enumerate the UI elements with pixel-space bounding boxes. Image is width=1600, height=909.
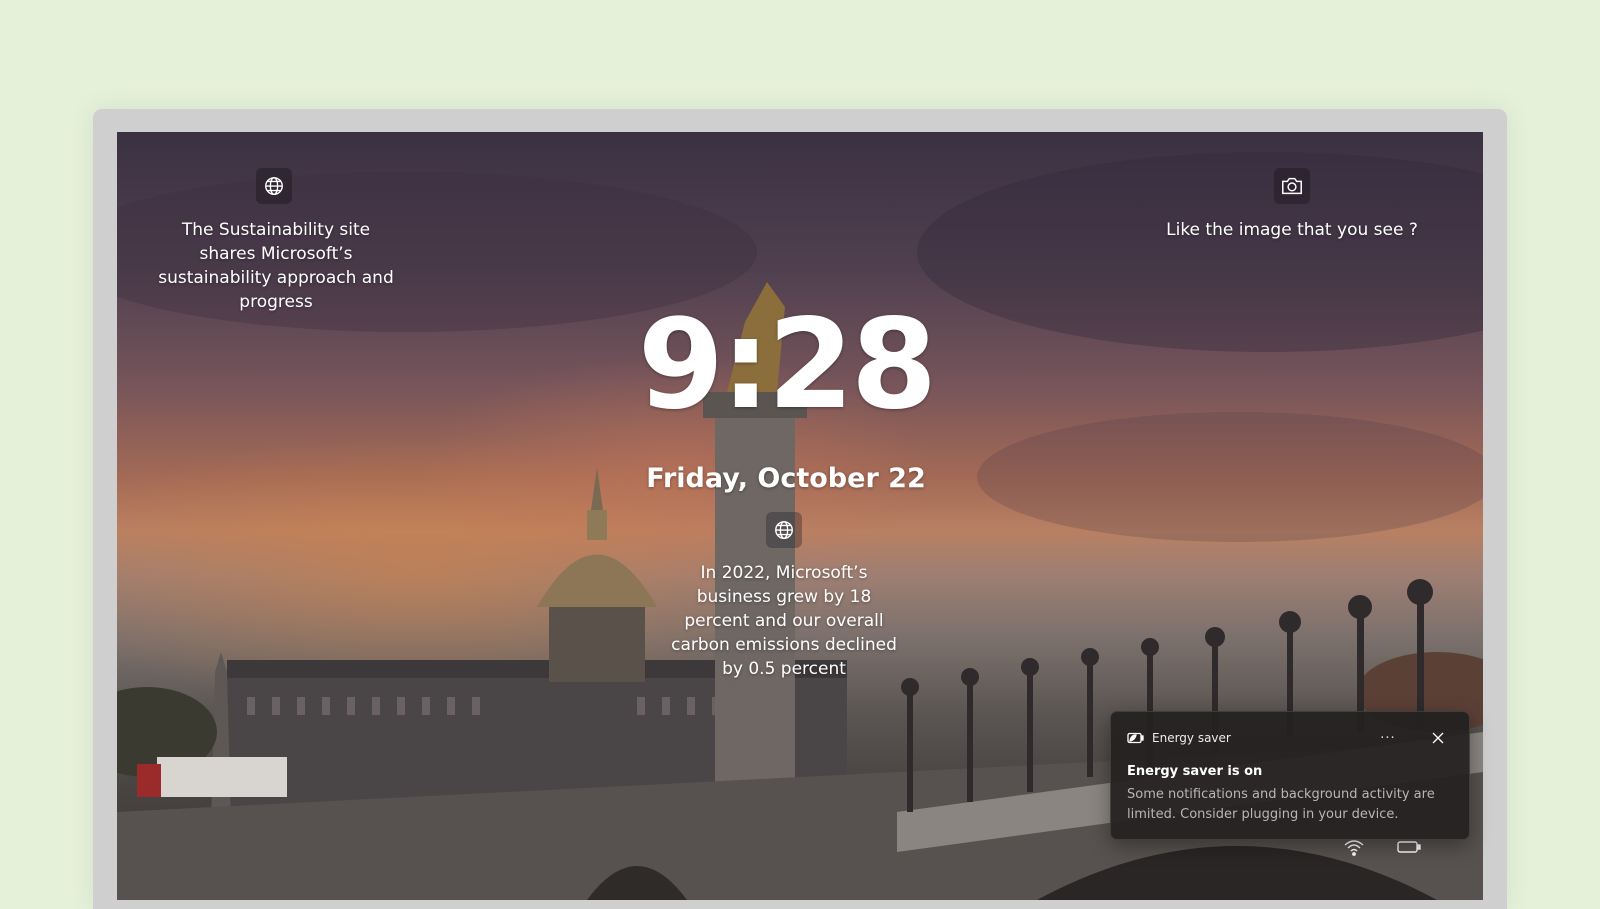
globe-icon[interactable] [256, 168, 292, 204]
toast-title: Energy saver is on [1127, 764, 1263, 779]
truck-cab [137, 764, 161, 797]
carbon-fact-caption[interactable]: In 2022, Microsoft’s business grew by 18… [663, 561, 905, 681]
globe-icon[interactable] [766, 512, 802, 548]
dome-lantern [587, 510, 607, 540]
lock-clock: 9:28 [637, 293, 937, 437]
camera-icon[interactable] [1274, 168, 1310, 204]
more-options-button[interactable]: ··· [1377, 727, 1399, 749]
lock-date: Friday, October 22 [646, 463, 926, 494]
toast-body: Some notifications and background activi… [1127, 787, 1435, 822]
energy-saver-toast[interactable]: Energy saver ··· Energy saver is on Some… [1110, 711, 1470, 840]
image-feedback-caption[interactable]: Like the image that you see ? [1157, 218, 1427, 242]
toast-header: Energy saver ··· [1127, 728, 1457, 748]
close-icon[interactable] [1427, 727, 1449, 749]
battery-icon[interactable] [1396, 838, 1422, 856]
energy-saver-icon [1127, 732, 1144, 744]
dome-drum [549, 602, 645, 682]
wifi-icon[interactable] [1342, 837, 1366, 857]
dome [537, 554, 657, 607]
truck [157, 757, 287, 797]
sustainability-caption[interactable]: The Sustainability site shares Microsoft… [153, 218, 399, 314]
toast-app-name: Energy saver [1152, 731, 1231, 745]
